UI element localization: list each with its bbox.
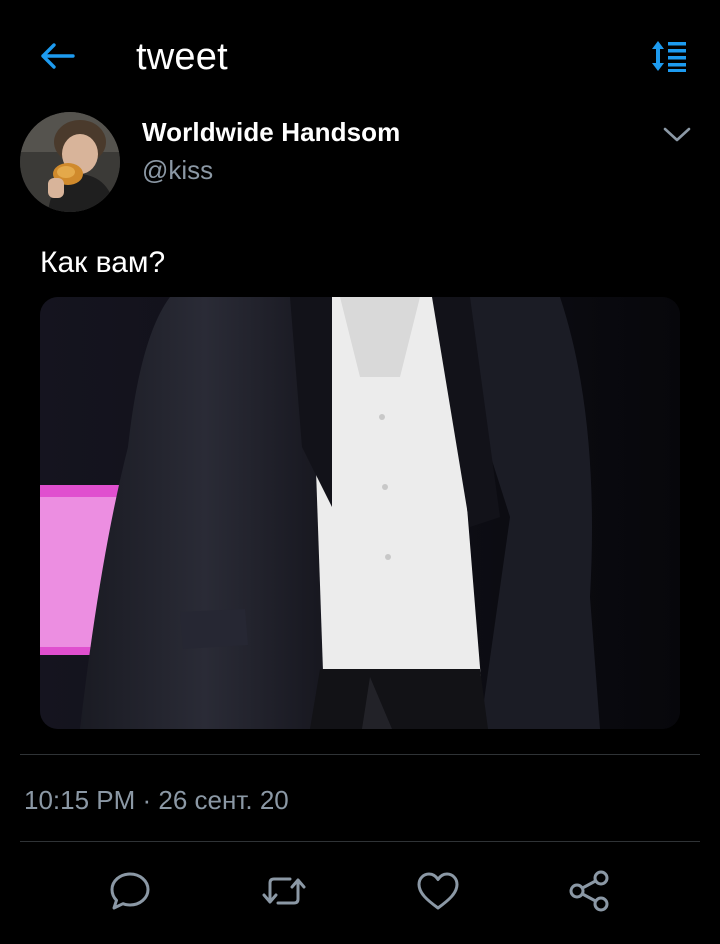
divider-bottom <box>20 841 700 842</box>
retweet-icon <box>262 877 306 905</box>
arrow-left-icon <box>41 43 75 69</box>
heart-icon <box>417 872 459 910</box>
retweet-button[interactable] <box>258 866 310 916</box>
sort-button[interactable] <box>644 36 692 76</box>
page-title: tweet <box>136 36 228 78</box>
sort-list-icon <box>652 41 686 72</box>
more-options-button[interactable] <box>660 122 694 148</box>
divider-top <box>20 754 700 755</box>
author-display-name[interactable]: Worldwide Handsom <box>142 117 400 148</box>
tweet-timestamp: 10:15 PM · 26 сент. 20 <box>24 785 289 815</box>
back-button[interactable] <box>30 34 84 78</box>
share-button[interactable] <box>564 866 616 916</box>
tweet-media-image[interactable] <box>40 297 680 729</box>
author-handle[interactable]: @kiss <box>142 155 213 186</box>
tweet-text: Как вам? <box>40 246 166 279</box>
photo-illustration <box>40 297 680 729</box>
avatar-image <box>20 112 120 212</box>
action-bar <box>0 858 720 924</box>
share-icon <box>569 870 609 912</box>
top-bar: tweet <box>0 0 720 110</box>
comment-icon <box>110 872 150 910</box>
like-button[interactable] <box>412 866 464 916</box>
chevron-down-icon <box>663 127 691 142</box>
reply-button[interactable] <box>104 866 156 916</box>
avatar[interactable] <box>20 112 120 212</box>
